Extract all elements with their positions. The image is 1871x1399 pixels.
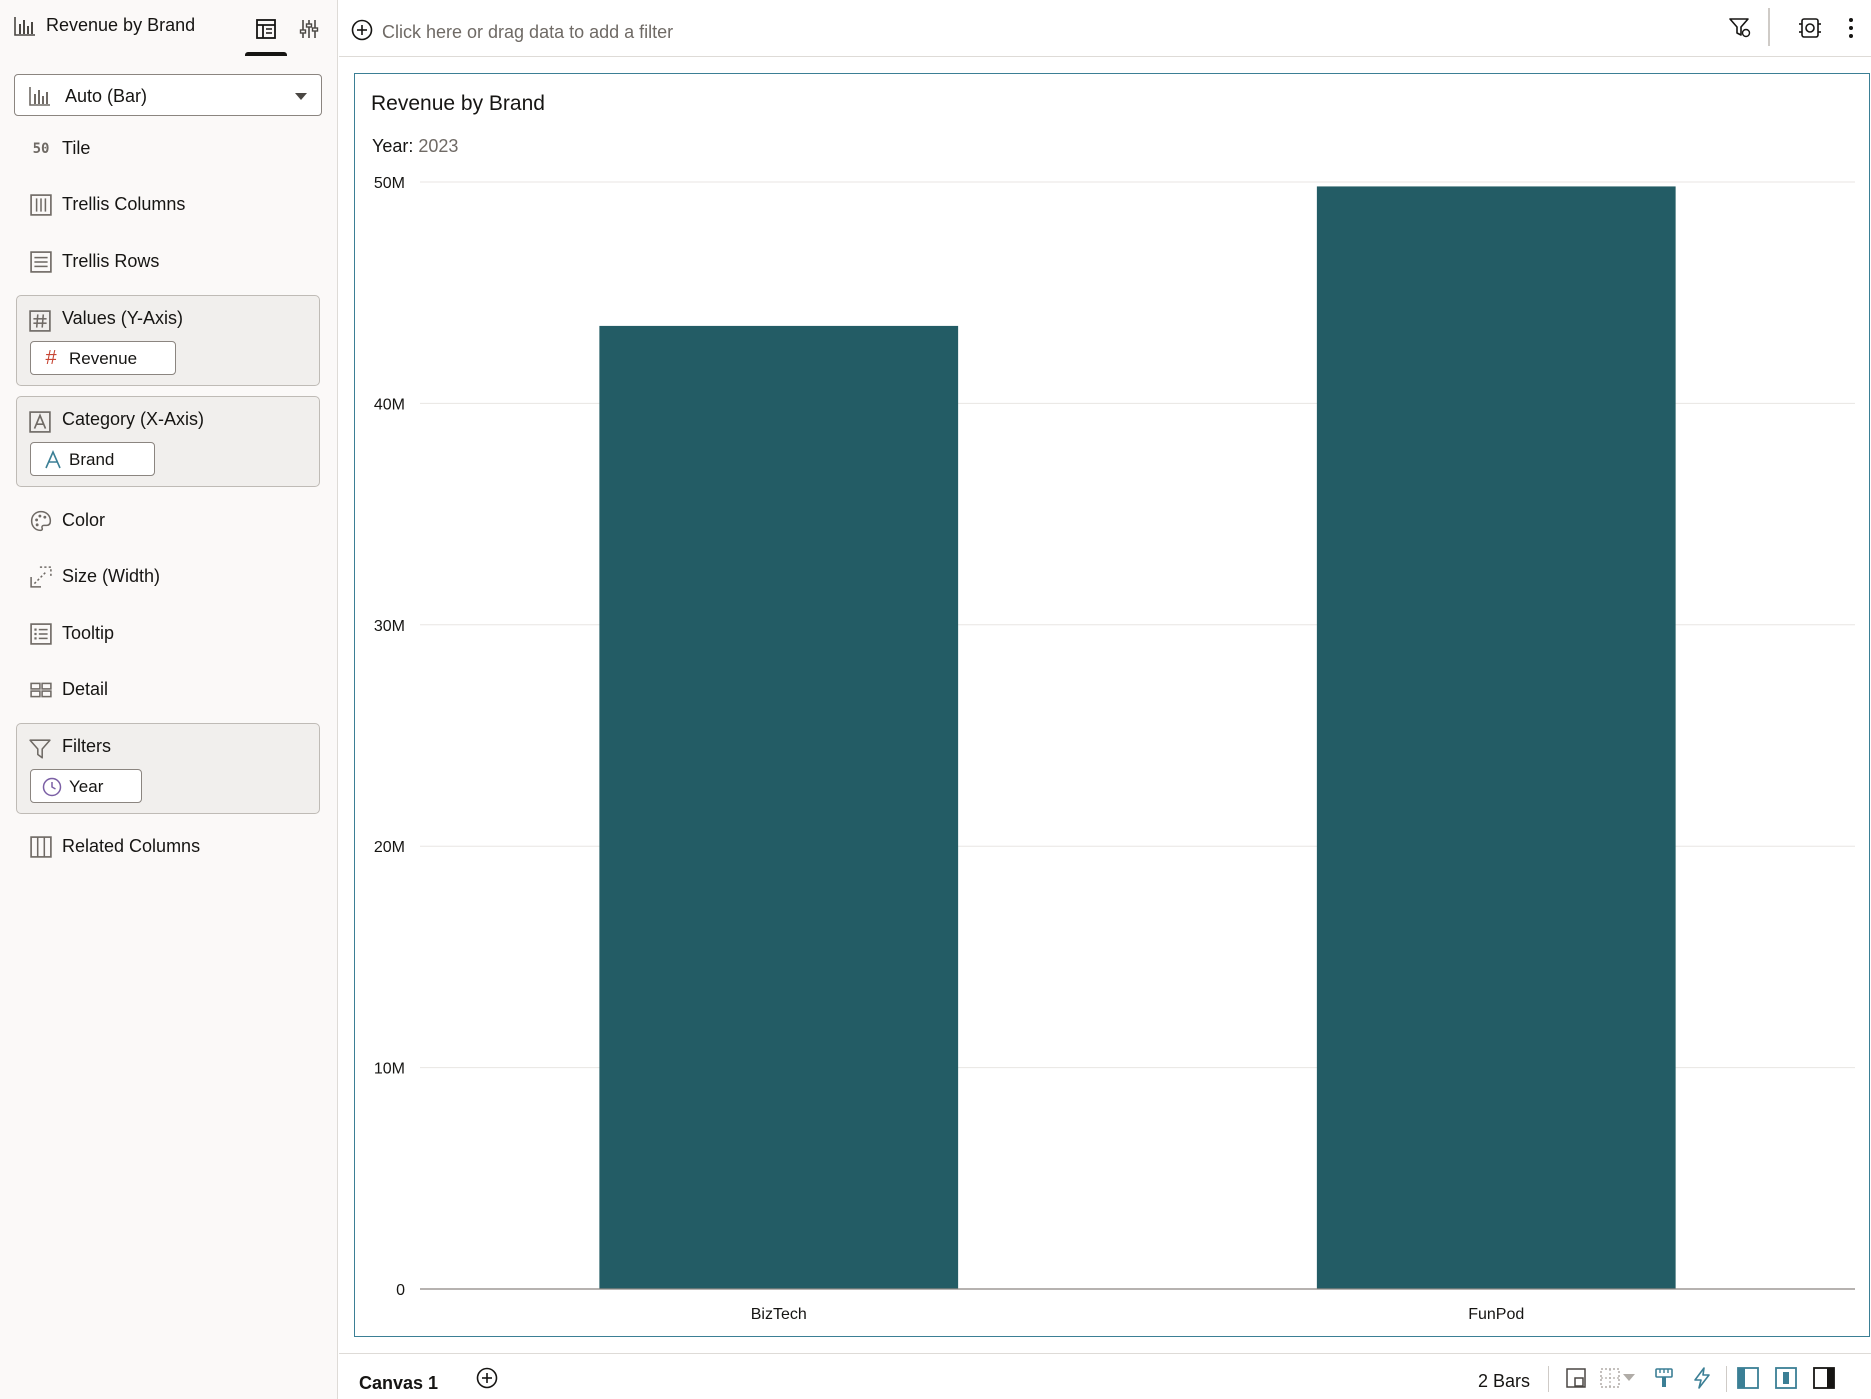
section-filters[interactable]: Filters Year <box>16 723 320 814</box>
section-color[interactable]: Color <box>16 500 320 540</box>
filter-settings-icon[interactable] <box>1728 16 1752 40</box>
canvas-tab-bar: Canvas 1 2 Bars <box>339 1353 1871 1399</box>
section-trellis-rows-label: Trellis Rows <box>62 251 160 271</box>
status-divider <box>1726 1366 1727 1392</box>
lightning-icon[interactable] <box>1690 1366 1714 1390</box>
detail-grid-icon <box>30 682 52 698</box>
y-tick-label: 0 <box>396 1282 405 1299</box>
section-tooltip-label: Tooltip <box>62 623 115 643</box>
section-trellis-columns-label: Trellis Columns <box>62 194 186 214</box>
revenue-pill-label: Revenue <box>69 349 138 368</box>
right-panel-toggle-icon[interactable] <box>1812 1366 1836 1390</box>
section-detail[interactable]: Detail <box>16 669 320 709</box>
section-tile[interactable]: 50 Tile <box>16 128 320 168</box>
status-bar-count: 2 Bars <box>1478 1371 1531 1391</box>
section-values-y-axis[interactable]: Values (Y-Axis) # Revenue <box>16 295 320 386</box>
bar-chart-icon <box>14 17 35 36</box>
attribute-box-icon <box>29 411 51 433</box>
bar-chart: 0 10M 20M 30M 40M 50M BizTech FunPod <box>374 175 1855 1323</box>
palette-icon <box>30 510 52 532</box>
section-trellis-columns[interactable]: Trellis Columns <box>16 184 320 224</box>
panel-header: Revenue by Brand <box>0 0 338 56</box>
tab-properties[interactable] <box>293 14 325 44</box>
visualization-container[interactable]: Revenue by Brand Year: 2023 0 10M 20M 30M 40… <box>354 73 1870 1337</box>
y-tick-label: 40M <box>374 396 405 413</box>
section-color-label: Color <box>62 510 106 530</box>
year-pill[interactable]: Year <box>30 769 142 803</box>
chevron-down-icon[interactable] <box>1622 1366 1636 1390</box>
add-filter-input[interactable]: Click here or drag data to add a filter <box>382 22 673 43</box>
x-tick-label: FunPod <box>1468 1306 1524 1323</box>
bar-chart-icon <box>29 87 50 106</box>
viz-name-label[interactable]: Revenue by Brand <box>46 15 195 36</box>
measure-hash-icon: # <box>45 346 57 369</box>
attribute-a-icon <box>45 450 61 469</box>
grammar-panel-icon <box>256 19 276 39</box>
canvas-layout-icon[interactable] <box>1564 1366 1588 1390</box>
section-related-columns[interactable]: Related Columns <box>16 826 320 866</box>
filter-funnel-icon <box>29 739 51 759</box>
section-tile-label: Tile <box>62 138 91 158</box>
more-vertical-icon[interactable] <box>1839 16 1863 40</box>
tile-icon: 50 <box>32 141 50 157</box>
brand-pill-label: Brand <box>69 450 115 469</box>
section-category-x-axis[interactable]: Category (X-Axis) Brand <box>16 396 320 487</box>
properties-sliders-icon <box>299 20 319 38</box>
section-category-label: Category (X-Axis) <box>62 409 205 429</box>
hash-box-icon <box>29 310 51 332</box>
paint-brush-icon[interactable] <box>1652 1366 1676 1390</box>
bar-funpod[interactable] <box>1316 186 1676 1290</box>
related-columns-icon <box>30 836 52 858</box>
section-size-width[interactable]: Size (Width) <box>16 556 320 596</box>
grid-layout-icon[interactable] <box>1598 1366 1622 1390</box>
section-detail-label: Detail <box>62 679 109 699</box>
brand-pill[interactable]: Brand <box>30 442 155 476</box>
section-filters-label: Filters <box>62 736 111 756</box>
add-circle-icon[interactable] <box>351 19 373 41</box>
viz-type-dropdown[interactable]: Auto (Bar) <box>14 74 322 116</box>
auto-insights-icon[interactable] <box>1798 16 1822 40</box>
filter-bar: Click here or drag data to add a filter <box>339 0 1871 57</box>
bar-biztech[interactable] <box>599 325 959 1289</box>
tooltip-list-icon <box>30 623 52 645</box>
tab-canvas-1[interactable]: Canvas 1 <box>359 1373 438 1394</box>
section-values-label: Values (Y-Axis) <box>62 308 184 328</box>
chevron-down-icon <box>295 93 307 100</box>
left-panel-toggle-icon[interactable] <box>1736 1366 1760 1390</box>
tab-grammar[interactable] <box>250 14 282 44</box>
revenue-pill[interactable]: # Revenue <box>30 341 176 375</box>
trellis-rows-icon <box>30 251 52 273</box>
section-trellis-rows[interactable]: Trellis Rows <box>16 241 320 281</box>
section-related-columns-label: Related Columns <box>62 836 201 856</box>
y-tick-label: 20M <box>374 839 405 856</box>
grammar-panel: Revenue by Brand Auto (Bar) 50 Tile Trel… <box>0 0 338 1399</box>
active-tab-indicator <box>245 52 287 56</box>
add-canvas-icon[interactable] <box>476 1367 498 1389</box>
y-tick-label: 50M <box>374 175 405 192</box>
center-panel-toggle-icon[interactable] <box>1774 1366 1798 1390</box>
y-tick-label: 30M <box>374 618 405 635</box>
trellis-columns-icon <box>30 194 52 216</box>
resize-icon <box>30 566 52 588</box>
viz-type-value: Auto (Bar) <box>65 86 148 106</box>
x-tick-label: BizTech <box>751 1306 807 1323</box>
section-tooltip[interactable]: Tooltip <box>16 613 320 653</box>
y-tick-label: 10M <box>374 1061 405 1078</box>
time-clock-icon <box>42 777 62 797</box>
status-divider <box>1548 1366 1549 1392</box>
section-size-label: Size (Width) <box>62 566 161 586</box>
year-pill-label: Year <box>69 777 104 796</box>
toolbar-divider <box>1768 8 1770 46</box>
